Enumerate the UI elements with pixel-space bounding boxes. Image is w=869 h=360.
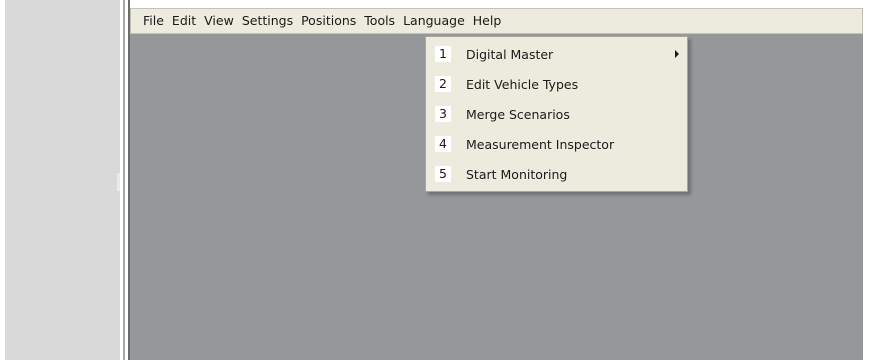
menu-item-label: Merge Scenarios bbox=[466, 106, 570, 122]
menu-edit[interactable]: Edit bbox=[168, 10, 200, 32]
menu-item-digital-master[interactable]: 1 Digital Master bbox=[426, 39, 687, 69]
tools-dropdown-menu: 1 Digital Master 2 Edit Vehicle Types 3 … bbox=[425, 36, 688, 192]
menu-item-label: Start Monitoring bbox=[466, 166, 568, 182]
menu-language[interactable]: Language bbox=[399, 10, 469, 32]
shortcut-number: 1 bbox=[435, 46, 451, 62]
menu-item-merge-scenarios[interactable]: 3 Merge Scenarios bbox=[426, 99, 687, 129]
menu-tools[interactable]: Tools bbox=[360, 10, 399, 32]
screen: File Edit View Settings Positions Tools … bbox=[0, 0, 869, 360]
shortcut-number: 3 bbox=[435, 106, 451, 122]
menu-file[interactable]: File bbox=[139, 10, 168, 32]
menu-item-label: Edit Vehicle Types bbox=[466, 76, 579, 92]
menu-positions[interactable]: Positions bbox=[297, 10, 360, 32]
menu-item-label: Digital Master bbox=[466, 46, 554, 62]
menu-view[interactable]: View bbox=[200, 10, 238, 32]
menu-item-edit-vehicle-types[interactable]: 2 Edit Vehicle Types bbox=[426, 69, 687, 99]
left-panel bbox=[0, 0, 120, 360]
menu-item-measurement-inspector[interactable]: 4 Measurement Inspector bbox=[426, 129, 687, 159]
right-margin bbox=[863, 0, 869, 360]
menu-bar: File Edit View Settings Positions Tools … bbox=[130, 8, 863, 34]
shortcut-number: 4 bbox=[435, 136, 451, 152]
menu-settings[interactable]: Settings bbox=[238, 10, 297, 32]
menu-item-label: Measurement Inspector bbox=[466, 136, 615, 152]
splitter-line bbox=[123, 0, 125, 360]
menu-item-start-monitoring[interactable]: 5 Start Monitoring bbox=[426, 159, 687, 189]
menu-help[interactable]: Help bbox=[469, 10, 506, 32]
shortcut-number: 5 bbox=[435, 166, 451, 182]
shortcut-number: 2 bbox=[435, 76, 451, 92]
chevron-right-icon bbox=[675, 50, 679, 58]
